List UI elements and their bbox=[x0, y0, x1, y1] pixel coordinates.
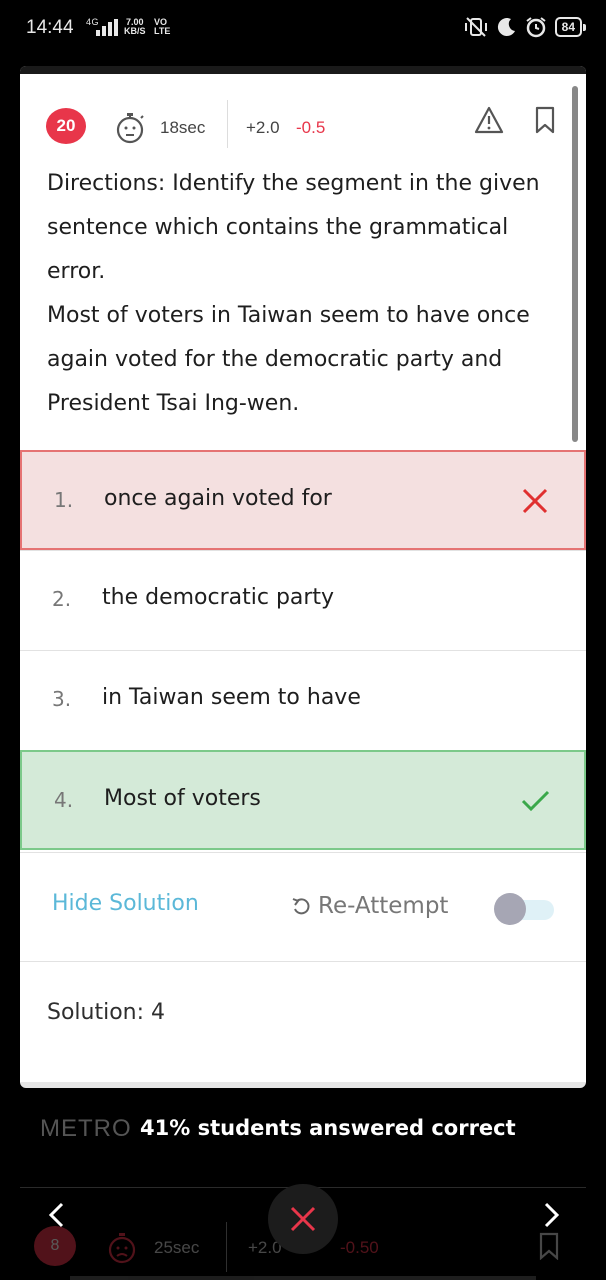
meta-divider bbox=[227, 100, 228, 148]
option-1[interactable]: 1. once again voted for bbox=[20, 450, 586, 550]
status-time: 14:44 bbox=[26, 17, 74, 38]
stopwatch-sad-icon bbox=[108, 1233, 136, 1264]
question-card: 20 18sec +2.0 -0.5 Directions: Identify … bbox=[20, 66, 586, 1088]
chevron-left-icon[interactable] bbox=[40, 1198, 74, 1232]
option-2[interactable]: 2. the democratic party bbox=[20, 550, 586, 650]
reattempt-button[interactable]: Re-Attempt bbox=[290, 893, 448, 919]
positive-marks: +2.0 bbox=[246, 118, 280, 137]
status-icons: 84 bbox=[463, 16, 587, 38]
chevron-right-icon[interactable] bbox=[534, 1198, 568, 1232]
stopwatch-face-icon bbox=[116, 113, 144, 144]
question-meta: 20 18sec +2.0 -0.5 bbox=[46, 100, 566, 148]
preview-question-number: 8 bbox=[34, 1226, 76, 1266]
option-text: the democratic party bbox=[102, 585, 335, 610]
solution-text: Solution: 4 bbox=[47, 1000, 166, 1025]
options-list: 1. once again voted for 2. the democrati… bbox=[20, 450, 586, 850]
option-number: 4. bbox=[54, 788, 74, 812]
close-icon bbox=[290, 1206, 316, 1232]
scrollbar[interactable] bbox=[572, 86, 578, 442]
option-text: in Taiwan seem to have bbox=[102, 685, 361, 710]
option-text: once again voted for bbox=[104, 486, 332, 511]
option-number: 3. bbox=[52, 687, 72, 711]
negative-marks: -0.5 bbox=[296, 118, 326, 137]
option-number: 2. bbox=[52, 587, 72, 611]
vibrate-off-icon bbox=[464, 17, 487, 37]
moon-icon bbox=[497, 18, 515, 37]
volte-indicator: VO LTE bbox=[154, 18, 170, 36]
bookmark-icon[interactable] bbox=[534, 106, 556, 134]
hide-solution-button[interactable]: Hide Solution bbox=[52, 891, 199, 916]
option-4[interactable]: 4. Most of voters bbox=[20, 750, 586, 850]
signal-icon bbox=[96, 19, 118, 36]
status-bar: 14:44 4G 7.00 KB/S VO LTE 84 bbox=[0, 0, 606, 60]
preview-bar bbox=[70, 1276, 536, 1280]
preview-divider bbox=[226, 1222, 227, 1272]
card-top-bar bbox=[20, 66, 586, 74]
check-icon bbox=[521, 790, 550, 812]
watermark: METRO bbox=[40, 1115, 132, 1142]
question-number-badge: 20 bbox=[46, 108, 86, 144]
option-text: Most of voters bbox=[104, 786, 261, 811]
close-button[interactable] bbox=[268, 1184, 338, 1254]
reattempt-label: Re-Attempt bbox=[318, 893, 449, 919]
answer-stats: 41% students answered correct bbox=[140, 1116, 516, 1140]
option-3[interactable]: 3. in Taiwan seem to have bbox=[20, 650, 586, 750]
question-directions: Directions: Identify the segment in the … bbox=[47, 171, 540, 284]
reattempt-icon bbox=[292, 898, 310, 915]
volte-bottom: LTE bbox=[154, 26, 171, 36]
battery-indicator: 84 bbox=[554, 17, 587, 37]
speed-unit: KB/S bbox=[124, 26, 146, 36]
network-speed: 7.00 KB/S bbox=[124, 18, 146, 36]
time-taken: 18sec bbox=[160, 118, 206, 137]
toggle-knob bbox=[494, 893, 526, 925]
question-text: Directions: Identify the segment in the … bbox=[47, 162, 562, 426]
preview-bookmark-icon bbox=[539, 1232, 559, 1260]
question-sentence: Most of voters in Taiwan seem to have on… bbox=[47, 303, 530, 416]
background-page-edge-left bbox=[0, 170, 16, 200]
cross-icon bbox=[522, 488, 548, 514]
preview-negative-marks: -0.50 bbox=[340, 1238, 379, 1257]
alarm-icon bbox=[526, 17, 546, 38]
option-number: 1. bbox=[54, 488, 74, 512]
background-page-edge-right bbox=[590, 170, 606, 200]
reattempt-toggle[interactable] bbox=[494, 893, 554, 925]
report-warning-icon[interactable] bbox=[474, 106, 504, 134]
preview-time: 25sec bbox=[154, 1238, 200, 1257]
solution-section: Solution: 4 bbox=[20, 961, 586, 1067]
solution-actions: Hide Solution Re-Attempt bbox=[20, 852, 586, 962]
